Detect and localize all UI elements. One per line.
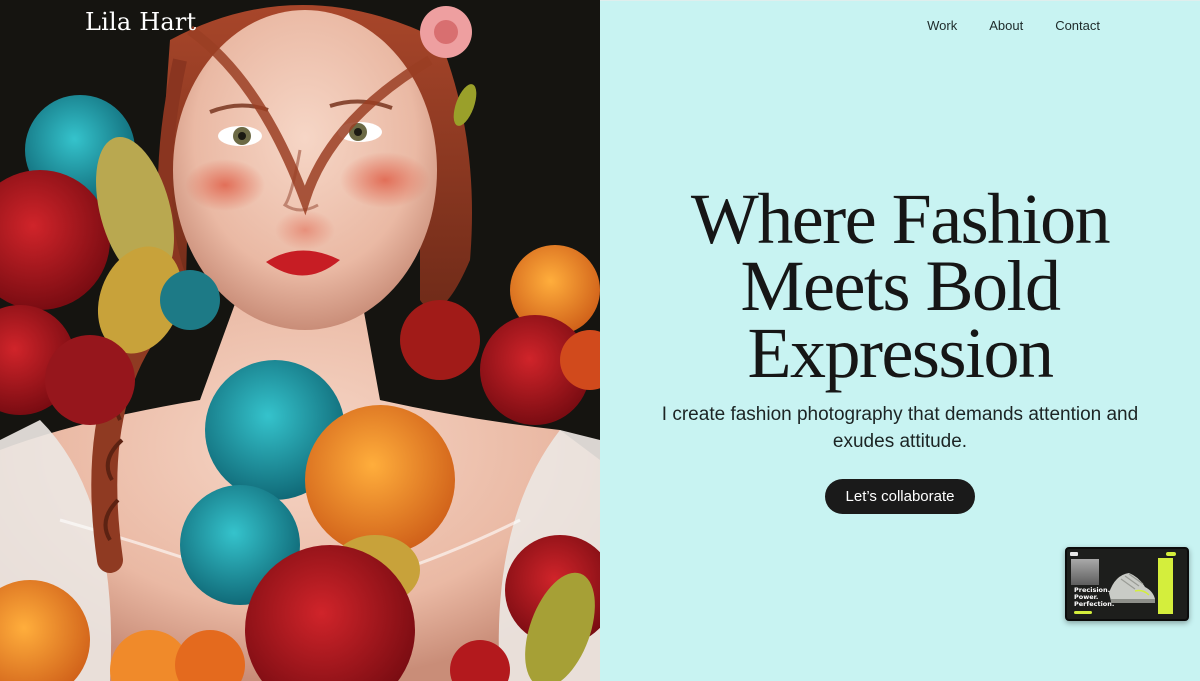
hero-section: Where Fashion Meets Bold Expression I cr… xyxy=(600,183,1200,514)
preview-card[interactable]: Precision. Power. Perfection. xyxy=(1065,547,1189,621)
brand-logo[interactable]: Lila Hart xyxy=(85,8,196,36)
content-panel: Work About Contact Where Fashion Meets B… xyxy=(600,0,1200,681)
portrait-illustration xyxy=(0,0,600,681)
hero-subtitle: I create fashion photography that demand… xyxy=(661,404,1139,452)
preview-logo xyxy=(1070,552,1078,556)
nav-contact[interactable]: Contact xyxy=(1055,18,1100,33)
hero-title-line3: Expression xyxy=(747,313,1054,393)
preview-topbar xyxy=(1070,552,1184,556)
hero-title: Where Fashion Meets Bold Expression xyxy=(620,183,1180,389)
nav-work[interactable]: Work xyxy=(927,18,957,33)
nav-about[interactable]: About xyxy=(989,18,1023,33)
collaborate-button[interactable]: Let’s collaborate xyxy=(824,479,976,514)
preview-line3: Perfection. xyxy=(1074,600,1115,608)
page: Lila Hart Work About Contact Where Fashi… xyxy=(0,0,1200,681)
preview-gradient-block xyxy=(1071,559,1099,585)
top-nav: Work About Contact xyxy=(895,18,1100,33)
preview-pill-button xyxy=(1074,611,1092,614)
hero-photo: Lila Hart xyxy=(0,0,600,681)
preview-accent-bar xyxy=(1158,558,1173,614)
preview-top-button xyxy=(1166,552,1176,556)
preview-tagline: Precision. Power. Perfection. xyxy=(1074,587,1134,608)
